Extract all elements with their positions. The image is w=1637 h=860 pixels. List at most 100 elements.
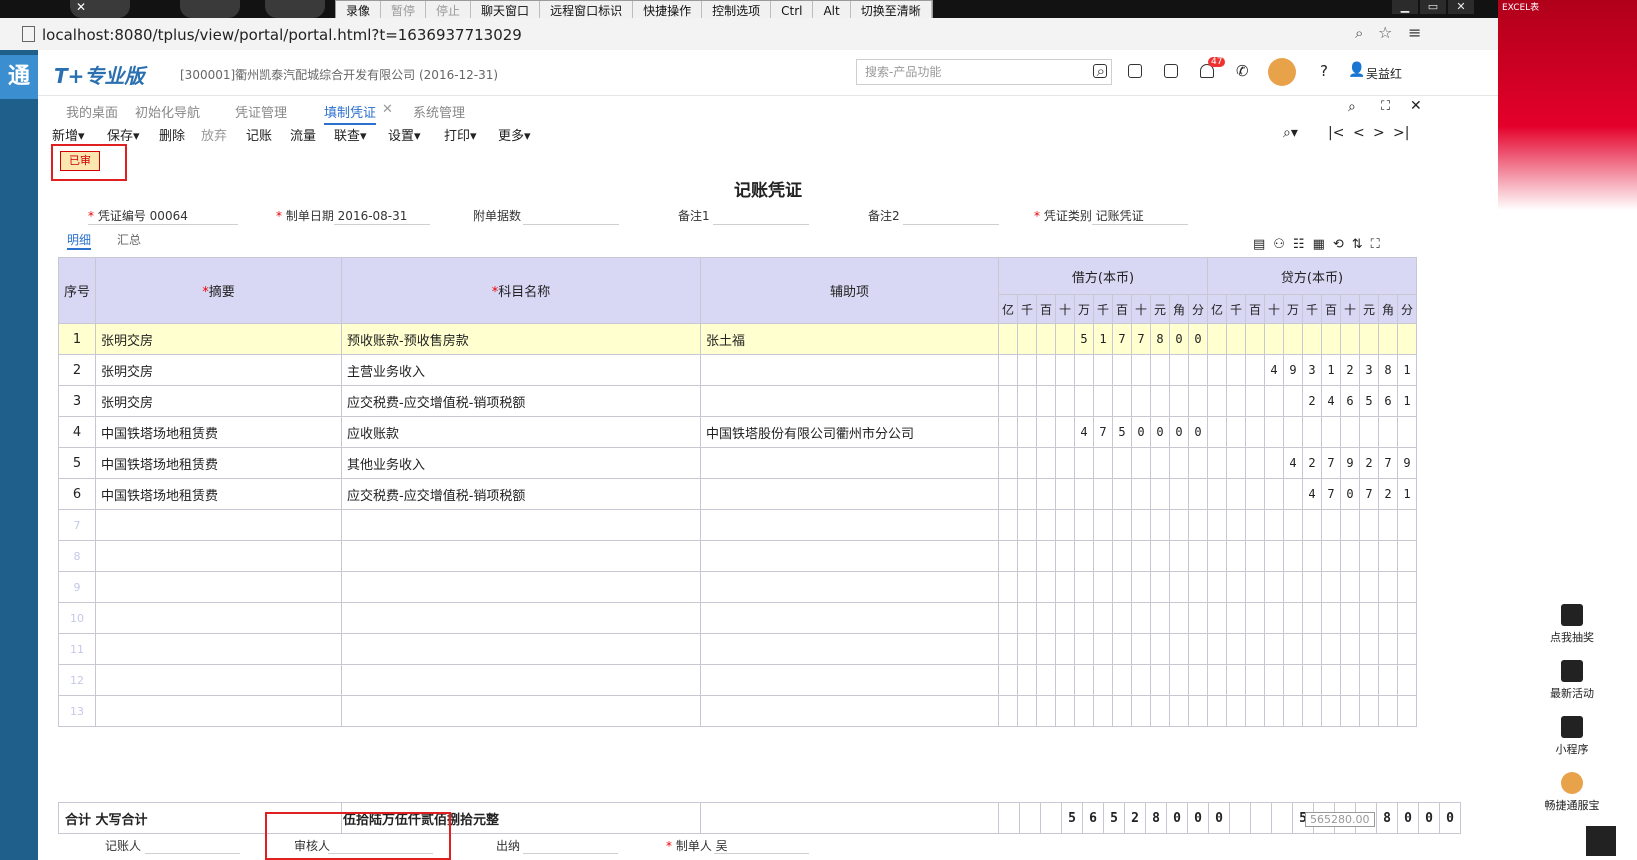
amount-digit[interactable]: [1131, 385, 1151, 417]
amount-digit[interactable]: [1359, 633, 1379, 665]
row-summary[interactable]: 张明交房: [95, 323, 342, 355]
amount-digit[interactable]: 2: [1359, 447, 1379, 479]
amount-digit[interactable]: 7: [1321, 478, 1341, 510]
amount-digit[interactable]: 0: [1340, 478, 1360, 510]
amount-digit[interactable]: [1397, 416, 1417, 448]
user-name[interactable]: 吴益红: [1366, 65, 1402, 82]
amount-digit[interactable]: [998, 540, 1018, 572]
amount-digit[interactable]: [1036, 323, 1056, 355]
amount-digit[interactable]: [1169, 664, 1189, 696]
amount-digit[interactable]: [1131, 664, 1151, 696]
amount-digit[interactable]: [1112, 571, 1132, 603]
amount-digit[interactable]: 7: [1321, 447, 1341, 479]
amount-digit[interactable]: [1055, 633, 1075, 665]
amount-digit[interactable]: [1397, 695, 1417, 727]
amount-digit[interactable]: [1150, 509, 1170, 541]
search-filter-icon[interactable]: ⌕▾: [1283, 125, 1298, 141]
amount-digit[interactable]: [1093, 540, 1113, 572]
empty-cell[interactable]: [341, 695, 701, 727]
amount-digit[interactable]: 1: [1397, 354, 1417, 386]
amount-digit[interactable]: [1207, 571, 1227, 603]
amount-digit[interactable]: 1: [1397, 478, 1417, 510]
amount-digit[interactable]: [1093, 571, 1113, 603]
maximize-icon[interactable]: ▭: [1420, 0, 1446, 14]
amount-digit[interactable]: [1169, 509, 1189, 541]
amount-digit[interactable]: [1036, 664, 1056, 696]
amount-digit[interactable]: [1340, 323, 1360, 355]
row-seq[interactable]: 2: [58, 354, 96, 386]
row-summary[interactable]: 中国铁塔场地租赁费: [95, 447, 342, 479]
amount-digit[interactable]: [1264, 509, 1284, 541]
amount-digit[interactable]: [1226, 633, 1246, 665]
amount-digit[interactable]: [1283, 633, 1303, 665]
voucher-type-field[interactable]: * 凭证类别 记账凭证: [1034, 207, 1188, 225]
prev-page-icon[interactable]: <: [1353, 125, 1365, 141]
amount-digit[interactable]: 5: [1112, 416, 1132, 448]
amount-digit[interactable]: [1302, 695, 1322, 727]
amount-digit[interactable]: [1283, 571, 1303, 603]
amount-digit[interactable]: [1340, 664, 1360, 696]
subtab-detail[interactable]: 明细: [67, 231, 92, 250]
amount-digit[interactable]: [1302, 633, 1322, 665]
amount-digit[interactable]: 4: [1321, 385, 1341, 417]
row-aux[interactable]: [700, 385, 999, 417]
amount-digit[interactable]: [1131, 633, 1151, 665]
menu-more[interactable]: 更多▾: [498, 125, 531, 144]
amount-digit[interactable]: [1093, 664, 1113, 696]
amount-digit[interactable]: [1302, 540, 1322, 572]
amount-digit[interactable]: [1169, 447, 1189, 479]
amount-digit[interactable]: [1397, 602, 1417, 634]
amount-digit[interactable]: [1055, 509, 1075, 541]
voucher-no-field[interactable]: * 凭证编号 00064: [88, 207, 238, 225]
star-icon[interactable]: ☆: [1378, 23, 1392, 42]
amount-digit[interactable]: [1074, 478, 1094, 510]
empty-cell[interactable]: [700, 571, 999, 603]
empty-cell[interactable]: [95, 571, 342, 603]
amount-digit[interactable]: [1264, 664, 1284, 696]
back-to-top-icon[interactable]: [1586, 826, 1616, 856]
search-icon[interactable]: ⌕: [1355, 24, 1363, 42]
amount-digit[interactable]: 9: [1397, 447, 1417, 479]
amount-digit[interactable]: [1264, 602, 1284, 634]
empty-cell[interactable]: [700, 540, 999, 572]
note1-field[interactable]: 备注1: [678, 207, 809, 225]
amount-digit[interactable]: [1017, 323, 1037, 355]
amount-digit[interactable]: 1: [1397, 385, 1417, 417]
empty-cell[interactable]: [700, 602, 999, 634]
amount-digit[interactable]: [1055, 571, 1075, 603]
tab-close-icon[interactable]: ✕: [76, 0, 86, 14]
calculator-icon[interactable]: [1093, 64, 1107, 81]
amount-digit[interactable]: [1150, 695, 1170, 727]
amount-digit[interactable]: [1017, 602, 1037, 634]
row-summary[interactable]: 中国铁塔场地租赁费: [95, 478, 342, 510]
amount-digit[interactable]: [1378, 509, 1398, 541]
amount-digit[interactable]: [1359, 323, 1379, 355]
empty-cell[interactable]: [95, 664, 342, 696]
empty-cell[interactable]: [341, 571, 701, 603]
amount-digit[interactable]: [1055, 354, 1075, 386]
amount-digit[interactable]: [1074, 633, 1094, 665]
amount-digit[interactable]: [1036, 478, 1056, 510]
amount-digit[interactable]: [1302, 509, 1322, 541]
amount-digit[interactable]: [1359, 664, 1379, 696]
amount-digit[interactable]: [1245, 540, 1265, 572]
amount-digit[interactable]: [1245, 602, 1265, 634]
amount-digit[interactable]: [1188, 602, 1208, 634]
amount-digit[interactable]: [1074, 695, 1094, 727]
subtab-summary[interactable]: 汇总: [117, 231, 141, 248]
amount-digit[interactable]: [998, 416, 1018, 448]
amount-digit[interactable]: [1359, 509, 1379, 541]
amount-digit[interactable]: [1188, 664, 1208, 696]
amount-digit[interactable]: [1283, 323, 1303, 355]
amount-digit[interactable]: [1093, 447, 1113, 479]
row-aux[interactable]: 中国铁塔股份有限公司衢州市分公司: [700, 416, 999, 448]
amount-digit[interactable]: [1017, 385, 1037, 417]
amount-digit[interactable]: [998, 447, 1018, 479]
amount-digit[interactable]: [1150, 602, 1170, 634]
empty-cell[interactable]: [95, 509, 342, 541]
amount-digit[interactable]: [1226, 385, 1246, 417]
amount-digit[interactable]: [1074, 540, 1094, 572]
tab-system-mgmt[interactable]: 系统管理: [413, 102, 465, 121]
amount-digit[interactable]: 0: [1188, 323, 1208, 355]
amount-digit[interactable]: [998, 695, 1018, 727]
